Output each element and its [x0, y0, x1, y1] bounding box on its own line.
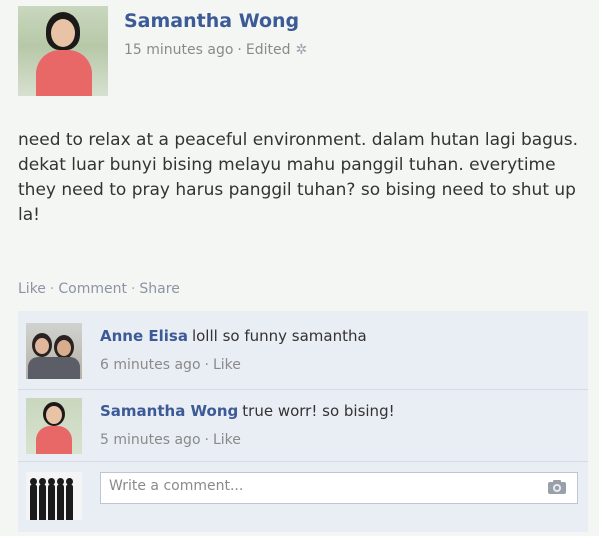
- viewer-avatar[interactable]: [26, 472, 82, 520]
- action-separator: ·: [130, 281, 136, 297]
- comments-box: Anne Elisa lolll so funny samantha 6 minu…: [18, 311, 588, 532]
- comment: Samantha Wong true worr! so bising! 5 min…: [18, 389, 588, 462]
- author-avatar[interactable]: [18, 6, 108, 96]
- comment-text: lolll so funny samantha: [191, 327, 367, 345]
- comment-composer: Write a comment...: [18, 461, 588, 533]
- comment-meta: 6 minutes ago · Like: [100, 357, 241, 373]
- post-header: Samantha Wong 15 minutes ago · Edited ✲: [18, 6, 578, 96]
- post-actions: Like · Comment · Share: [18, 281, 180, 297]
- post-meta: 15 minutes ago · Edited ✲: [124, 42, 307, 58]
- comment-line: Samantha Wong true worr! so bising!: [100, 402, 395, 420]
- like-link[interactable]: Like: [18, 281, 46, 297]
- comment-timestamp[interactable]: 6 minutes ago: [100, 357, 201, 373]
- meta-separator: ·: [204, 357, 209, 373]
- comment-like-link[interactable]: Like: [213, 432, 241, 448]
- edited-label[interactable]: Edited: [246, 42, 291, 58]
- share-link[interactable]: Share: [139, 281, 179, 297]
- comment-text: true worr! so bising!: [242, 402, 395, 420]
- commenter-name[interactable]: Samantha Wong: [100, 402, 238, 420]
- comment-input[interactable]: Write a comment...: [100, 472, 578, 504]
- meta-separator: ·: [237, 42, 242, 58]
- author-name[interactable]: Samantha Wong: [124, 10, 299, 32]
- privacy-gear-icon[interactable]: ✲: [296, 42, 308, 58]
- comment-like-link[interactable]: Like: [213, 357, 241, 373]
- comment-line: Anne Elisa lolll so funny samantha: [100, 327, 367, 345]
- post-text: need to relax at a peaceful environment.…: [18, 130, 578, 225]
- comment-timestamp[interactable]: 5 minutes ago: [100, 432, 201, 448]
- commenter-avatar[interactable]: [26, 323, 82, 379]
- comment-placeholder: Write a comment...: [109, 478, 244, 494]
- commenter-avatar[interactable]: [26, 398, 82, 454]
- camera-icon[interactable]: [547, 479, 567, 495]
- action-separator: ·: [49, 281, 55, 297]
- post-timestamp[interactable]: 15 minutes ago: [124, 42, 233, 58]
- commenter-name[interactable]: Anne Elisa: [100, 327, 188, 345]
- comment-link[interactable]: Comment: [58, 281, 127, 297]
- meta-separator: ·: [204, 432, 209, 448]
- comment: Anne Elisa lolll so funny samantha 6 minu…: [18, 315, 588, 387]
- comment-meta: 5 minutes ago · Like: [100, 432, 241, 448]
